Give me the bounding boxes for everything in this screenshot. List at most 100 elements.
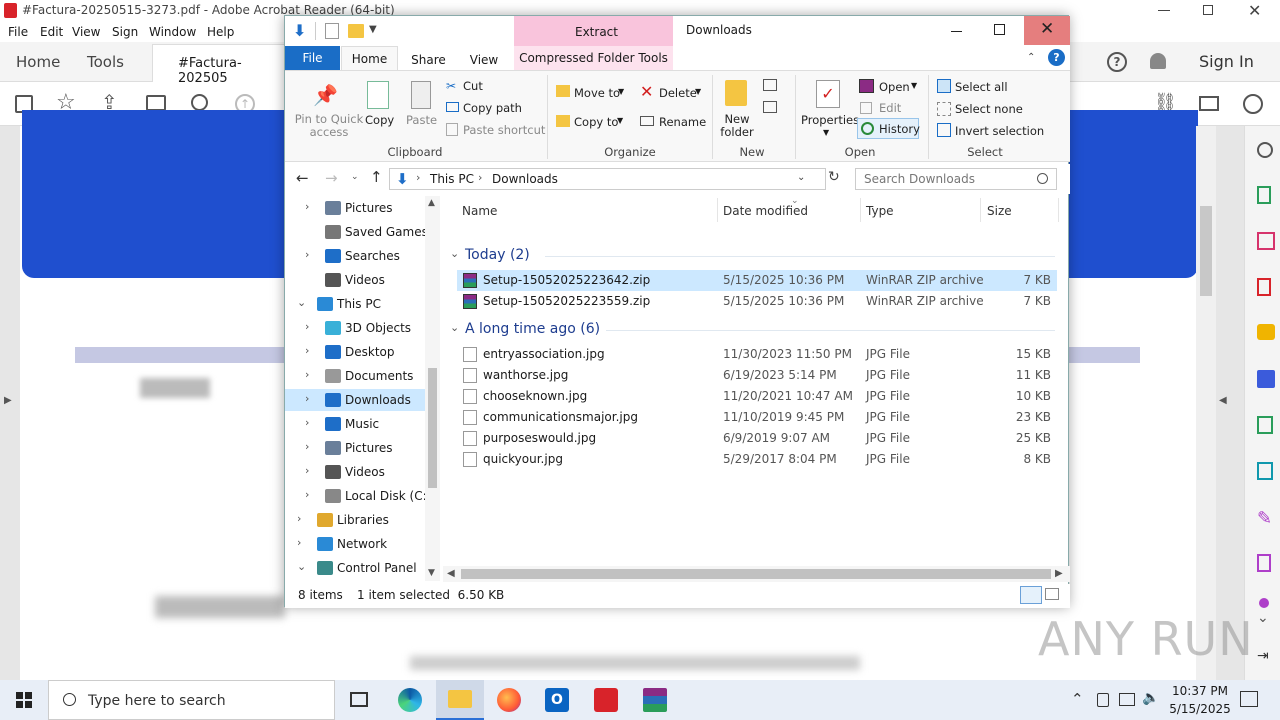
- scroll-right-icon[interactable]: ▶: [1055, 568, 1063, 579]
- chevron-right-icon[interactable]: ›: [305, 320, 309, 333]
- open-button[interactable]: Open: [879, 80, 910, 94]
- nav-item-pictures[interactable]: › Pictures: [285, 197, 425, 219]
- file-row[interactable]: purposeswould.jpg 6/9/2019 9:07 AM JPG Fil…: [457, 428, 1057, 449]
- chevron-down-icon[interactable]: ⌄: [297, 560, 306, 573]
- menu-sign[interactable]: Sign: [112, 25, 138, 39]
- copy-path-button[interactable]: Copy path: [463, 101, 522, 115]
- copy-button[interactable]: Copy: [365, 113, 394, 127]
- file-row[interactable]: Setup-15052025223642.zip 5/15/2025 10:36 …: [457, 270, 1057, 291]
- back-icon[interactable]: ←: [296, 169, 309, 187]
- chevron-right-icon[interactable]: ›: [305, 392, 309, 405]
- invert-selection-button[interactable]: Invert selection: [955, 124, 1044, 138]
- file-row[interactable]: wanthorse.jpg 6/19/2023 5:14 PM JPG File 11…: [457, 365, 1057, 386]
- h-scroll-thumb[interactable]: [461, 569, 1051, 579]
- chevron-right-icon[interactable]: ›: [305, 464, 309, 477]
- user-search-icon[interactable]: [1243, 94, 1263, 114]
- start-button[interactable]: [0, 680, 48, 720]
- minimize-icon[interactable]: [951, 31, 962, 32]
- tab-tools[interactable]: Tools: [87, 53, 124, 71]
- chevron-right-icon[interactable]: ›: [305, 368, 309, 381]
- chevron-right-icon[interactable]: ›: [305, 344, 309, 357]
- zoom-tool-icon[interactable]: [1257, 142, 1273, 158]
- column-type[interactable]: Type: [866, 204, 894, 218]
- breadcrumb-downloads[interactable]: Downloads: [492, 172, 558, 186]
- new-item-icon[interactable]: [763, 79, 777, 91]
- fill-sign-icon[interactable]: ✎: [1257, 508, 1272, 529]
- rename-button[interactable]: Rename: [659, 115, 706, 129]
- group-collapse-icon[interactable]: ⌄: [450, 321, 459, 334]
- mail-icon[interactable]: [1199, 96, 1219, 111]
- nav-item-3d-objects[interactable]: › 3D Objects: [285, 317, 425, 339]
- select-all-button[interactable]: Select all: [955, 80, 1008, 94]
- column-name[interactable]: Name: [462, 204, 497, 218]
- network-icon[interactable]: [1119, 693, 1135, 706]
- folder-qa-icon[interactable]: [348, 24, 364, 38]
- tab-home[interactable]: Home: [341, 46, 398, 72]
- refresh-icon[interactable]: ↻: [828, 169, 840, 185]
- close-icon[interactable]: ✕: [1248, 1, 1261, 20]
- firefox-icon[interactable]: [497, 688, 521, 712]
- quick-access-down-icon[interactable]: ⬇: [293, 21, 306, 40]
- file-row[interactable]: Setup-15052025223559.zip 5/15/2025 10:36 …: [457, 291, 1057, 312]
- column-date-modified[interactable]: Date modified: [723, 204, 808, 218]
- forward-icon[interactable]: →: [325, 169, 338, 187]
- nav-item-pictures-2[interactable]: › Pictures: [285, 437, 425, 459]
- address-dropdown-icon[interactable]: ⌄: [797, 172, 805, 183]
- volume-icon[interactable]: 🔈: [1142, 690, 1159, 706]
- help-icon[interactable]: ?: [1107, 52, 1127, 72]
- ribbon-collapse-icon[interactable]: ⌃: [1027, 52, 1035, 63]
- nav-item-videos[interactable]: Videos: [285, 269, 425, 291]
- recent-locations-icon[interactable]: ⌄: [351, 172, 359, 182]
- tab-document[interactable]: #Factura-202505: [152, 44, 286, 86]
- minimize-icon[interactable]: [1158, 10, 1170, 11]
- horizontal-scrollbar[interactable]: ◀ ▶: [443, 566, 1070, 582]
- menu-edit[interactable]: Edit: [40, 25, 63, 39]
- export-pdf-icon[interactable]: [1257, 186, 1271, 204]
- device-icon[interactable]: [1097, 693, 1109, 707]
- create-pdf-icon[interactable]: [1257, 278, 1271, 296]
- nav-item-music[interactable]: › Music: [285, 413, 425, 435]
- chevron-right-icon[interactable]: ›: [305, 440, 309, 453]
- scroll-up-icon[interactable]: ▲: [428, 198, 435, 208]
- pin-quick-access-button[interactable]: Pin to Quick access: [291, 113, 367, 139]
- chevron-down-icon[interactable]: ⌄: [297, 296, 306, 309]
- combine-icon[interactable]: [1257, 370, 1275, 388]
- cut-button[interactable]: Cut: [463, 79, 483, 93]
- large-icons-view-icon[interactable]: [1045, 588, 1059, 600]
- menu-help[interactable]: Help: [207, 25, 234, 39]
- nav-scroll-thumb[interactable]: [428, 368, 437, 488]
- nav-item-desktop[interactable]: › Desktop: [285, 341, 425, 363]
- scan-icon[interactable]: [1257, 462, 1273, 480]
- organize-icon[interactable]: [1257, 232, 1275, 250]
- properties-button[interactable]: Properties: [801, 113, 859, 127]
- restore-icon[interactable]: [1203, 5, 1213, 15]
- protect-icon[interactable]: [1257, 554, 1271, 572]
- edge-icon[interactable]: [398, 688, 422, 712]
- help-icon[interactable]: ?: [1048, 49, 1065, 66]
- tab-share[interactable]: Share: [406, 48, 451, 70]
- taskbar-search[interactable]: Type here to search: [48, 680, 335, 720]
- nav-scrollbar[interactable]: ▲ ▼: [425, 196, 440, 581]
- tab-view[interactable]: View: [463, 48, 505, 70]
- tab-file[interactable]: File: [285, 46, 340, 70]
- properties-qa-icon[interactable]: [325, 23, 339, 39]
- chevron-right-icon[interactable]: ›: [305, 416, 309, 429]
- select-none-button[interactable]: Select none: [955, 102, 1023, 116]
- move-to-button[interactable]: Move to: [574, 86, 620, 100]
- chevron-up-icon[interactable]: ⌃: [1071, 690, 1084, 708]
- file-row[interactable]: quickyour.jpg 5/29/2017 8:04 PM JPG File 8 …: [457, 449, 1057, 470]
- document-scrollbar[interactable]: [1196, 126, 1216, 680]
- chevron-right-icon[interactable]: ›: [297, 536, 301, 549]
- outlook-icon[interactable]: O: [545, 688, 569, 712]
- copy-to-button[interactable]: Copy to: [574, 115, 618, 129]
- edit-button[interactable]: Edit: [879, 101, 901, 115]
- task-view-icon[interactable]: [350, 692, 368, 707]
- tab-compressed-folder-tools[interactable]: Compressed Folder Tools: [514, 46, 673, 70]
- nav-item-libraries[interactable]: › Libraries: [285, 509, 425, 531]
- up-icon[interactable]: ↑: [370, 168, 383, 186]
- acrobat-taskbar-icon[interactable]: [594, 688, 618, 712]
- paste-shortcut-button[interactable]: Paste shortcut: [463, 123, 545, 137]
- nav-item-local-disk[interactable]: › Local Disk (C:): [285, 485, 431, 507]
- tab-home[interactable]: Home: [16, 53, 60, 71]
- group-collapse-icon[interactable]: ⌄: [450, 247, 459, 260]
